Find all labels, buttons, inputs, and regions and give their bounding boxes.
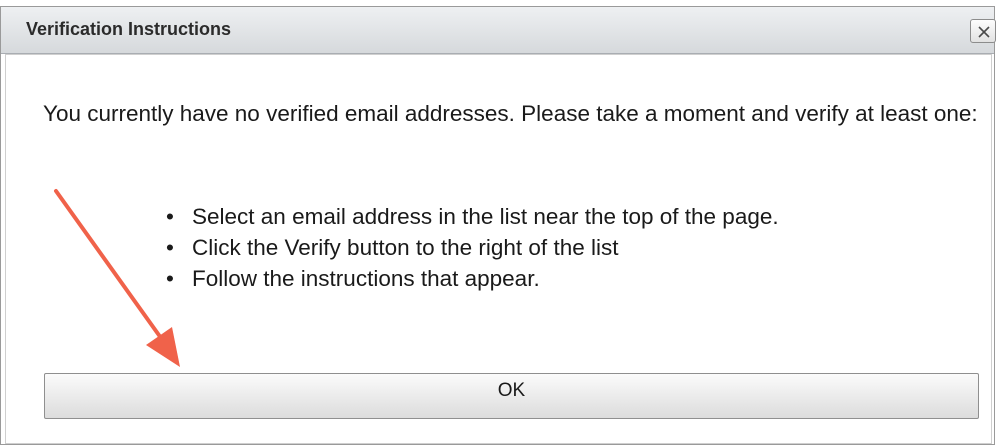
instructions-message: You currently have no verified email add… (43, 101, 978, 126)
step-text: Click the Verify button to the right of … (192, 235, 619, 260)
close-button[interactable] (970, 19, 996, 43)
arrow-icon (54, 189, 180, 367)
verification-dialog: Verification Instructions You currently … (0, 6, 996, 445)
list-item: • Select an email address in the list ne… (166, 201, 779, 232)
step-text: Follow the instructions that appear. (192, 266, 540, 291)
steps-list: • Select an email address in the list ne… (166, 201, 779, 294)
dialog-title: Verification Instructions (26, 19, 232, 39)
step-text: Select an email address in the list near… (192, 204, 779, 229)
ok-button[interactable]: OK (44, 373, 979, 419)
dialog-content: You currently have no verified email add… (5, 54, 992, 444)
list-item: • Follow the instructions that appear. (166, 263, 779, 294)
dialog-titlebar[interactable]: Verification Instructions (1, 7, 996, 54)
list-item: • Click the Verify button to the right o… (166, 232, 779, 263)
close-icon (978, 26, 990, 38)
